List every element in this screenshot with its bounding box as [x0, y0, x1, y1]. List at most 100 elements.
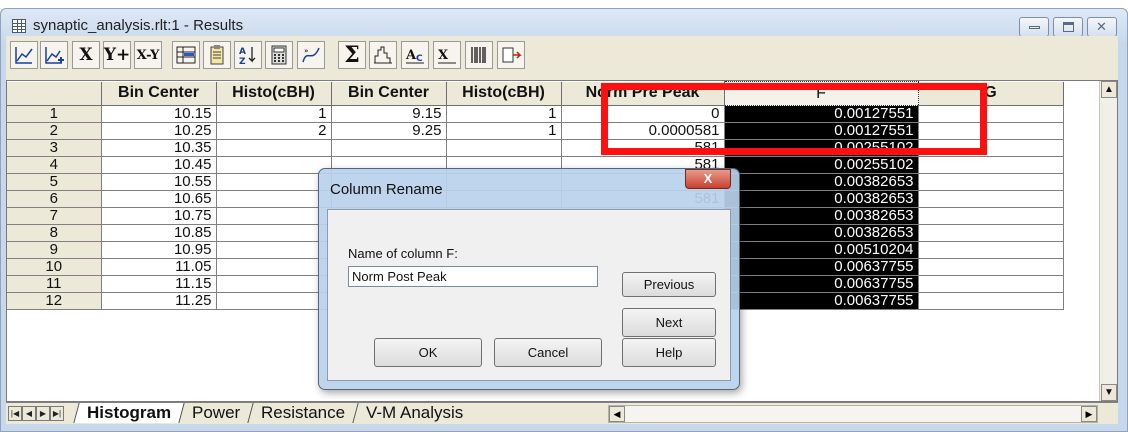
table-cell[interactable]: 0.00382653 — [724, 207, 919, 225]
table-cell[interactable]: 0.00255102 — [724, 156, 919, 174]
table-cell[interactable]: 0.00637755 — [724, 258, 919, 276]
row-number-cell[interactable]: 5 — [7, 173, 102, 191]
table-cell[interactable] — [216, 275, 332, 293]
calculator-icon[interactable] — [265, 41, 293, 69]
table-cell[interactable]: 1 — [216, 105, 332, 123]
row-number-cell[interactable]: 1 — [7, 105, 102, 123]
column-header[interactable]: Bin Center — [331, 81, 447, 106]
table-cell[interactable] — [216, 241, 332, 259]
ok-button[interactable]: OK — [374, 338, 482, 367]
table-cell[interactable] — [918, 173, 1064, 191]
tab-vm-analysis[interactable]: V-M Analysis — [352, 403, 477, 423]
table-cell[interactable]: 0.0000581 — [561, 122, 725, 140]
row-number-cell[interactable]: 8 — [7, 224, 102, 242]
table-cell[interactable] — [918, 122, 1064, 140]
column-header[interactable]: Norm Pre Peak — [561, 81, 725, 106]
maximize-button[interactable] — [1053, 17, 1083, 37]
row-number-cell[interactable]: 6 — [7, 190, 102, 208]
last-sheet-icon[interactable]: ▶| — [50, 406, 64, 421]
table-cell[interactable]: 10.45 — [101, 156, 217, 174]
table-cell[interactable]: 581 — [561, 139, 725, 157]
table-cell[interactable]: 9.15 — [331, 105, 447, 123]
table-cell[interactable]: 10.25 — [101, 122, 217, 140]
histogram-icon[interactable] — [369, 41, 397, 69]
x-column-icon[interactable]: X — [72, 41, 100, 69]
sort-az-icon[interactable]: AZ — [234, 41, 262, 69]
table-cell[interactable]: 0.00637755 — [724, 275, 919, 293]
tab-histogram[interactable]: Histogram — [73, 403, 184, 423]
row-number-cell[interactable]: 4 — [7, 156, 102, 174]
table-cell[interactable]: 0.00510204 — [724, 241, 919, 259]
tab-power[interactable]: Power — [178, 403, 253, 423]
add-line-plot-icon[interactable] — [40, 41, 68, 69]
line-plot-icon[interactable] — [10, 41, 38, 69]
table-cell[interactable]: 9.25 — [331, 122, 447, 140]
table-cell[interactable] — [918, 139, 1064, 157]
row-number-cell[interactable]: 9 — [7, 241, 102, 259]
table-cell[interactable]: 0.00382653 — [724, 173, 919, 191]
worksheet-icon[interactable] — [203, 41, 231, 69]
table-cell[interactable] — [216, 156, 332, 174]
table-cell[interactable] — [918, 275, 1064, 293]
table-cell[interactable] — [216, 207, 332, 225]
horizontal-scrollbar[interactable]: ◀ ▶ — [608, 405, 1098, 423]
table-cell[interactable]: 11.25 — [101, 292, 217, 310]
barcode-icon[interactable] — [465, 41, 493, 69]
column-format-icon[interactable]: AC — [401, 41, 429, 69]
table-cell[interactable] — [216, 224, 332, 242]
column-name-input[interactable] — [348, 266, 598, 287]
scroll-down-icon[interactable]: ▼ — [1101, 384, 1117, 401]
transfer-icon[interactable] — [497, 41, 525, 69]
table-cell[interactable]: 11.05 — [101, 258, 217, 276]
first-sheet-icon[interactable]: |◀ — [8, 406, 22, 421]
table-cell[interactable] — [918, 207, 1064, 225]
table-cell[interactable] — [216, 190, 332, 208]
table-cell[interactable] — [216, 139, 332, 157]
table-cell[interactable] — [918, 258, 1064, 276]
previous-button[interactable]: Previous — [622, 272, 716, 297]
row-number-cell[interactable]: 7 — [7, 207, 102, 225]
corner-cell[interactable] — [7, 81, 102, 106]
table-cell[interactable]: 0.00255102 — [724, 139, 919, 157]
dialog-close-button[interactable]: X — [685, 169, 731, 189]
column-stats-icon[interactable] — [172, 41, 200, 69]
table-cell[interactable] — [216, 173, 332, 191]
row-number-cell[interactable]: 12 — [7, 292, 102, 310]
table-cell[interactable] — [918, 224, 1064, 242]
table-cell[interactable]: 10.35 — [101, 139, 217, 157]
table-cell[interactable]: 1 — [446, 105, 562, 123]
row-number-cell[interactable]: 11 — [7, 275, 102, 293]
vertical-scrollbar[interactable]: ▲ ▼ — [1099, 81, 1117, 401]
table-cell[interactable] — [446, 139, 562, 157]
x-column-format-icon[interactable]: X — [433, 41, 461, 69]
table-cell[interactable]: 1 — [446, 122, 562, 140]
table-cell[interactable] — [216, 258, 332, 276]
prev-sheet-icon[interactable]: ◀ — [22, 406, 36, 421]
table-cell[interactable] — [918, 292, 1064, 310]
table-cell[interactable] — [918, 190, 1064, 208]
tab-resistance[interactable]: Resistance — [247, 403, 359, 423]
table-cell[interactable]: 10.75 — [101, 207, 217, 225]
table-cell[interactable]: 0.00382653 — [724, 190, 919, 208]
table-cell[interactable] — [331, 139, 447, 157]
table-cell[interactable] — [918, 156, 1064, 174]
column-header-selected[interactable]: F — [723, 81, 919, 106]
xy-column-icon[interactable]: X-Y — [134, 41, 162, 69]
table-cell[interactable]: 0 — [561, 105, 725, 123]
table-cell[interactable]: 10.65 — [101, 190, 217, 208]
next-sheet-icon[interactable]: ▶ — [36, 406, 50, 421]
y-plus-column-icon[interactable]: Y+ — [103, 41, 131, 69]
table-cell[interactable]: 0.00127551 — [724, 122, 919, 140]
table-cell[interactable] — [216, 292, 332, 310]
table-cell[interactable]: 10.85 — [101, 224, 217, 242]
next-button[interactable]: Next — [622, 308, 716, 337]
scroll-right-icon[interactable]: ▶ — [1081, 406, 1097, 422]
table-cell[interactable]: 0.00637755 — [724, 292, 919, 310]
table-cell[interactable]: 10.95 — [101, 241, 217, 259]
table-cell[interactable]: 10.55 — [101, 173, 217, 191]
row-number-cell[interactable]: 2 — [7, 122, 102, 140]
table-cell[interactable]: 10.15 — [101, 105, 217, 123]
minimize-button[interactable] — [1019, 17, 1049, 37]
curve-fit-icon[interactable]: » — [297, 41, 325, 69]
close-window-button[interactable]: ✕ — [1087, 17, 1117, 37]
